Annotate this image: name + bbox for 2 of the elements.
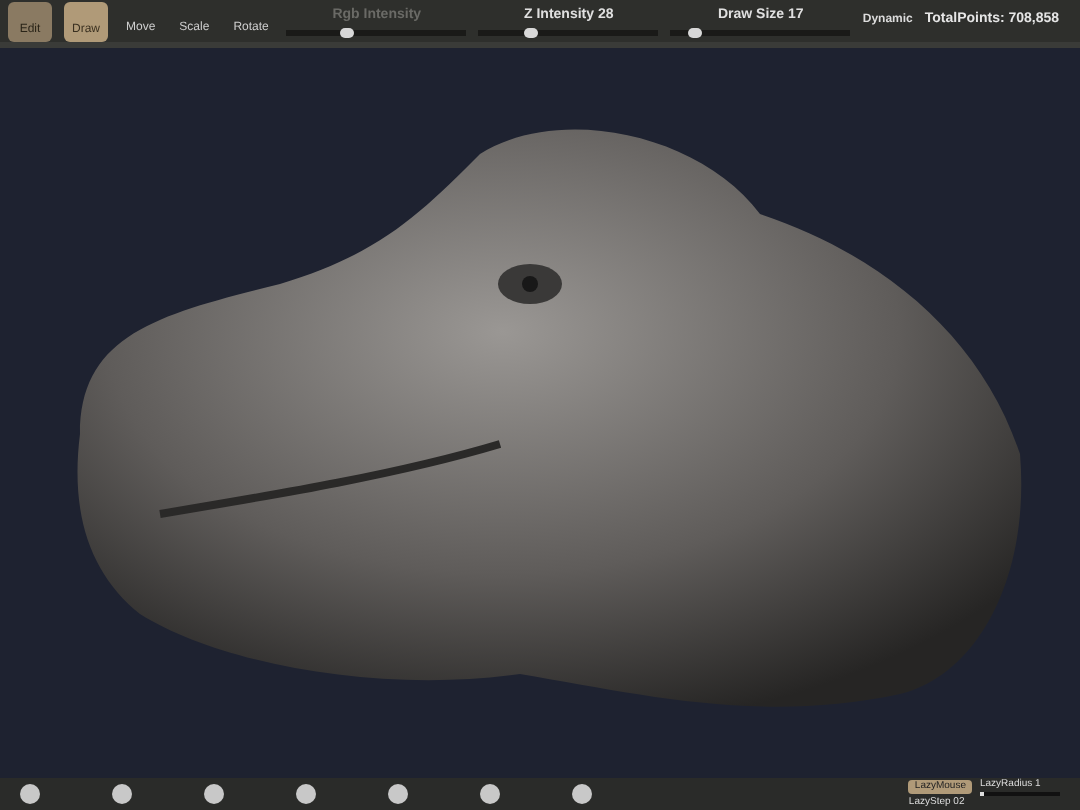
slider-thumb[interactable] xyxy=(688,27,703,38)
slider-thumb[interactable] xyxy=(523,27,538,38)
